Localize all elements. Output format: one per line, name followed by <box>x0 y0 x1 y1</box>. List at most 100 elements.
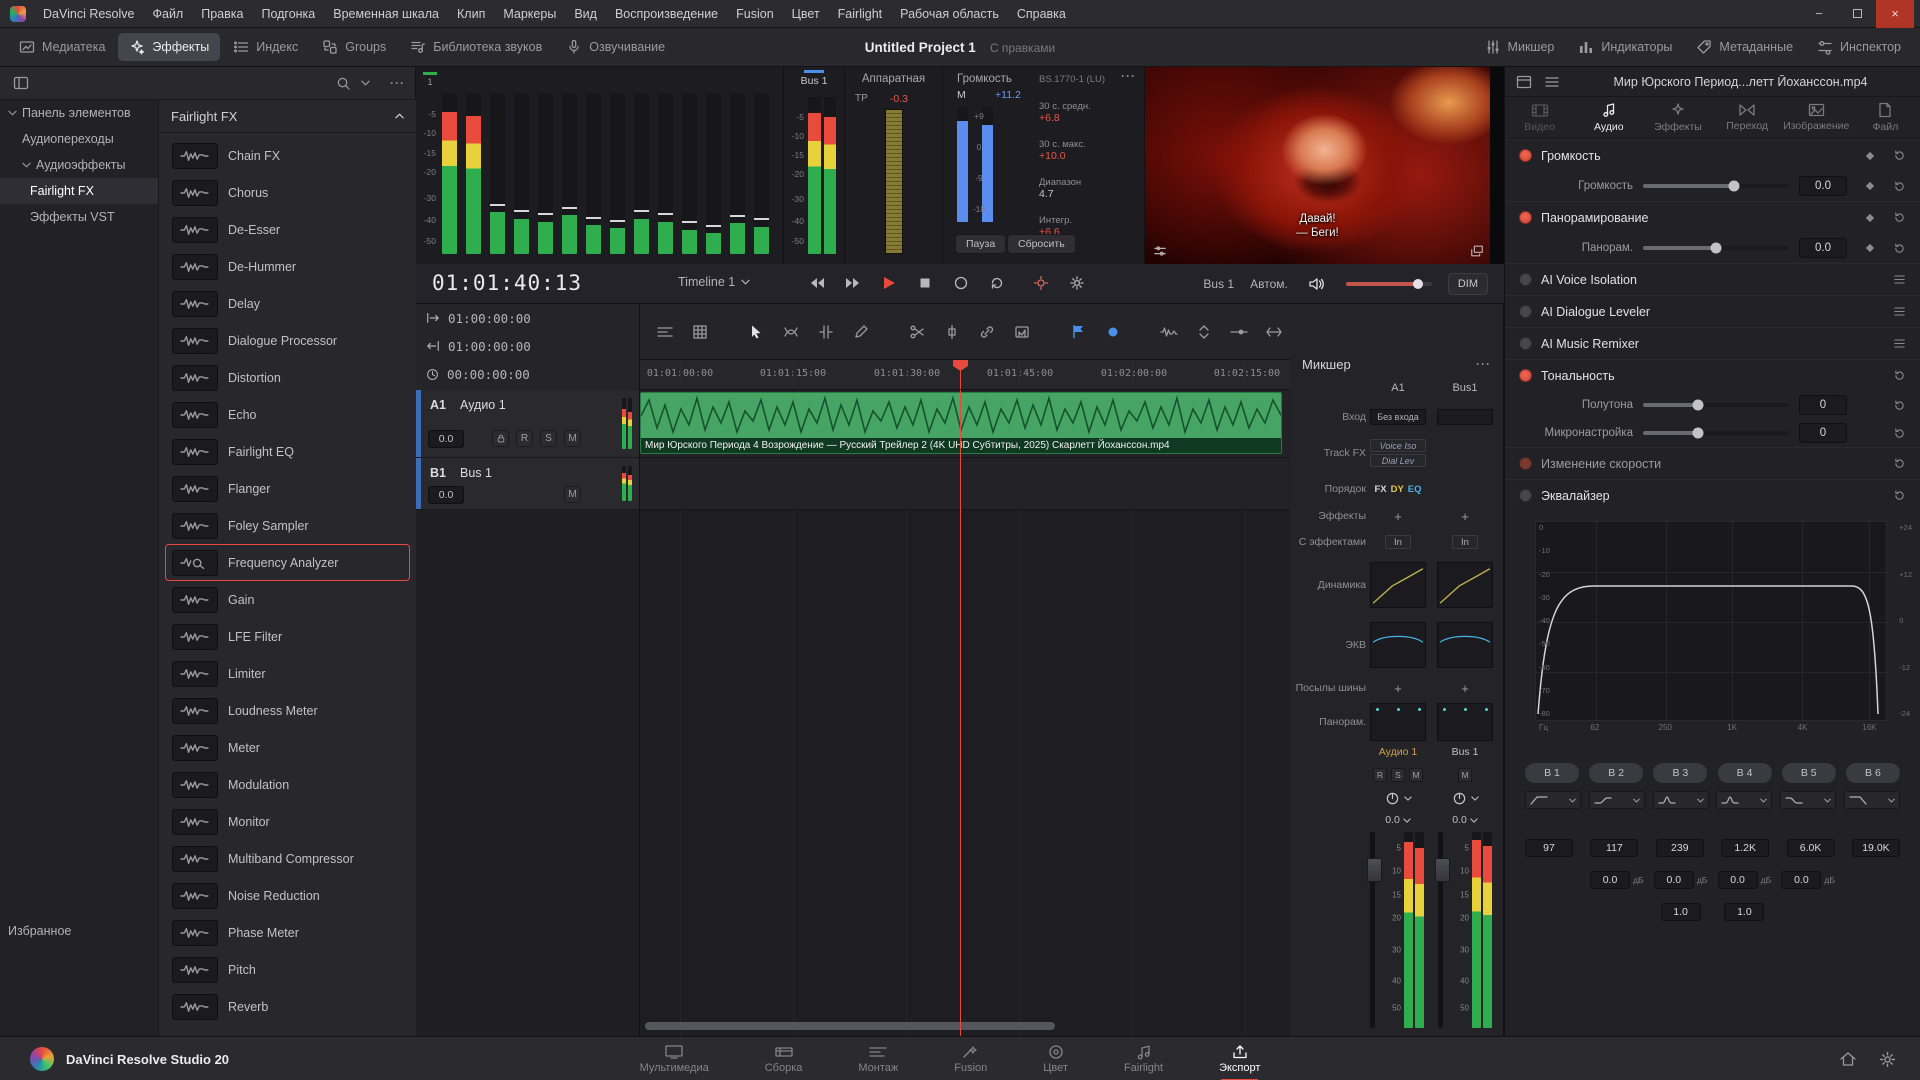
pan-toggle[interactable] <box>1519 211 1532 224</box>
dynamics-graph[interactable] <box>1437 562 1493 608</box>
options-icon[interactable] <box>1893 306 1906 317</box>
filter-shape-bell[interactable] <box>1716 791 1772 809</box>
reset-icon[interactable] <box>1893 369 1906 382</box>
transport-settings-icon[interactable] <box>1064 270 1090 296</box>
tab-image[interactable]: Изображение <box>1782 97 1851 138</box>
link-tool[interactable] <box>976 321 998 343</box>
fx-panel-header[interactable]: Fairlight FX <box>159 100 416 133</box>
reset-icon[interactable] <box>1893 457 1906 470</box>
fit-horizontal-icon[interactable] <box>1263 321 1285 343</box>
auto-dub-icon[interactable] <box>1028 270 1054 296</box>
band-frequency-value[interactable]: 239 <box>1656 839 1704 857</box>
track-fx-chip[interactable]: Voice Iso <box>1370 439 1426 452</box>
viewer-expand-icon[interactable] <box>1470 244 1484 258</box>
effect-list-item[interactable]: De-Hummer <box>165 248 410 285</box>
band-q-value[interactable]: 1.0 <box>1724 903 1764 921</box>
keyframe-diamond-icon[interactable] <box>1865 213 1875 223</box>
jump-next-icon[interactable] <box>426 312 440 324</box>
page-cut[interactable]: Сборка <box>759 1037 809 1080</box>
page-fairlight[interactable]: Fairlight <box>1118 1037 1169 1080</box>
index-button[interactable]: Индекс <box>222 33 309 61</box>
thumbnail-view-icon[interactable] <box>1513 71 1535 93</box>
eq-band-button[interactable]: В 3 <box>1653 763 1707 783</box>
add-send-button[interactable]: + <box>1461 681 1469 696</box>
track-fx-chip[interactable]: Dial Lev <box>1370 454 1426 467</box>
track-options-icon[interactable] <box>654 321 676 343</box>
effect-list-item[interactable]: Multiband Compressor <box>165 840 410 877</box>
effect-list-item[interactable]: Gain <box>165 581 410 618</box>
menu-item[interactable]: Клип <box>448 0 494 28</box>
menu-item[interactable]: Рабочая область <box>891 0 1008 28</box>
page-deliver[interactable]: Экспорт <box>1213 1037 1266 1080</box>
sidebar-item-audio-transitions[interactable]: Аудиопереходы <box>0 126 158 152</box>
keyframe-diamond-icon[interactable] <box>1865 151 1875 161</box>
pan-box[interactable] <box>1370 703 1426 741</box>
library-options-icon[interactable]: ··· <box>390 76 405 90</box>
flag-tool[interactable] <box>1067 321 1089 343</box>
ai-dialogue-toggle[interactable] <box>1519 305 1532 318</box>
pitch-toggle[interactable] <box>1519 369 1532 382</box>
semitones-value[interactable]: 0 <box>1799 395 1847 415</box>
sidebar-item-fairlight-fx[interactable]: Fairlight FX <box>0 178 158 204</box>
filter-shape-bell[interactable] <box>1653 791 1709 809</box>
close-button[interactable]: × <box>1876 0 1914 28</box>
timeline-ruler[interactable]: 01:01:00:0001:01:15:0001:01:30:0001:01:4… <box>640 360 1290 390</box>
metadata-button[interactable]: Метаданные <box>1685 33 1804 61</box>
monitor-bus-label[interactable]: Bus 1 <box>1203 277 1234 291</box>
pause-button[interactable]: Пауза <box>955 234 1006 254</box>
eq-band-button[interactable]: В 5 <box>1782 763 1836 783</box>
effect-list-item-selected[interactable]: Frequency Analyzer <box>165 544 410 581</box>
search-chevron-icon[interactable] <box>354 72 376 94</box>
jump-prev-icon[interactable] <box>426 340 440 352</box>
add-effect-button[interactable]: + <box>1461 509 1469 524</box>
track-record-arm-button[interactable]: R <box>516 430 533 447</box>
filter-shape-lowpass[interactable] <box>1844 791 1900 809</box>
keyframe-diamond-icon[interactable] <box>1865 243 1875 253</box>
settings-gear-icon[interactable] <box>1879 1051 1896 1068</box>
menu-item[interactable]: Маркеры <box>494 0 565 28</box>
menu-app[interactable]: DaVinci Resolve <box>34 0 143 28</box>
order-eq[interactable]: EQ <box>1408 484 1422 495</box>
effect-list-item[interactable]: Modulation <box>165 766 410 803</box>
effect-list-item[interactable]: Chorus <box>165 174 410 211</box>
stop-button[interactable] <box>912 270 938 296</box>
track-header-b1[interactable]: B1 Bus 1 0.0 M <box>416 458 639 510</box>
scissors-tool[interactable] <box>906 321 928 343</box>
effect-list-item[interactable]: Meter <box>165 729 410 766</box>
menu-item[interactable]: Fusion <box>727 0 783 28</box>
effect-list-item[interactable]: Fairlight EQ <box>165 433 410 470</box>
loop-button[interactable] <box>984 270 1010 296</box>
keyframe-diamond-icon[interactable] <box>1865 181 1875 191</box>
mini-slider-icon[interactable] <box>1228 321 1250 343</box>
effect-list-item[interactable]: Loudness Meter <box>165 692 410 729</box>
reset-icon[interactable] <box>1893 149 1906 162</box>
tab-transition[interactable]: Переход <box>1713 97 1782 138</box>
pencil-tool[interactable] <box>850 321 872 343</box>
pan-box[interactable] <box>1437 703 1493 741</box>
fx-in-button[interactable]: In <box>1452 535 1478 549</box>
pan-knob-icon[interactable] <box>1385 791 1400 806</box>
adr-button[interactable]: Озвучивание <box>555 33 676 61</box>
reset-icon[interactable] <box>1893 242 1906 255</box>
snapshot-tool[interactable] <box>1011 321 1033 343</box>
razor-tool[interactable] <box>941 321 963 343</box>
media-pool-button[interactable]: Медиатека <box>8 33 116 61</box>
monitor-volume-slider[interactable] <box>1346 282 1432 286</box>
speaker-icon[interactable] <box>1304 271 1330 297</box>
detune-slider[interactable] <box>1643 431 1789 435</box>
list-view-icon[interactable] <box>1541 71 1563 93</box>
track-lock-icon[interactable] <box>492 430 509 447</box>
menu-item[interactable]: Воспроизведение <box>606 0 727 28</box>
options-icon[interactable] <box>1893 274 1906 285</box>
volume-slider[interactable] <box>1643 184 1789 188</box>
band-q-value[interactable]: 1.0 <box>1661 903 1701 921</box>
page-edit[interactable]: Монтаж <box>852 1037 904 1080</box>
sidebar-item-toolbox[interactable]: Панель элементов <box>0 100 158 126</box>
effect-list-item[interactable]: Limiter <box>165 655 410 692</box>
rewind-button[interactable] <box>804 270 830 296</box>
track-height-icon[interactable] <box>1193 321 1215 343</box>
chevron-down-icon[interactable] <box>1471 796 1479 801</box>
timeline-body[interactable]: Мир Юрского Периода 4 Возрождение — Русс… <box>640 390 1290 1036</box>
timeline-selector[interactable]: Timeline 1 <box>678 275 750 289</box>
eq-graph[interactable]: 0-10-20-30-40-50-60-70-80 +24+120-12-24 <box>1535 521 1887 721</box>
